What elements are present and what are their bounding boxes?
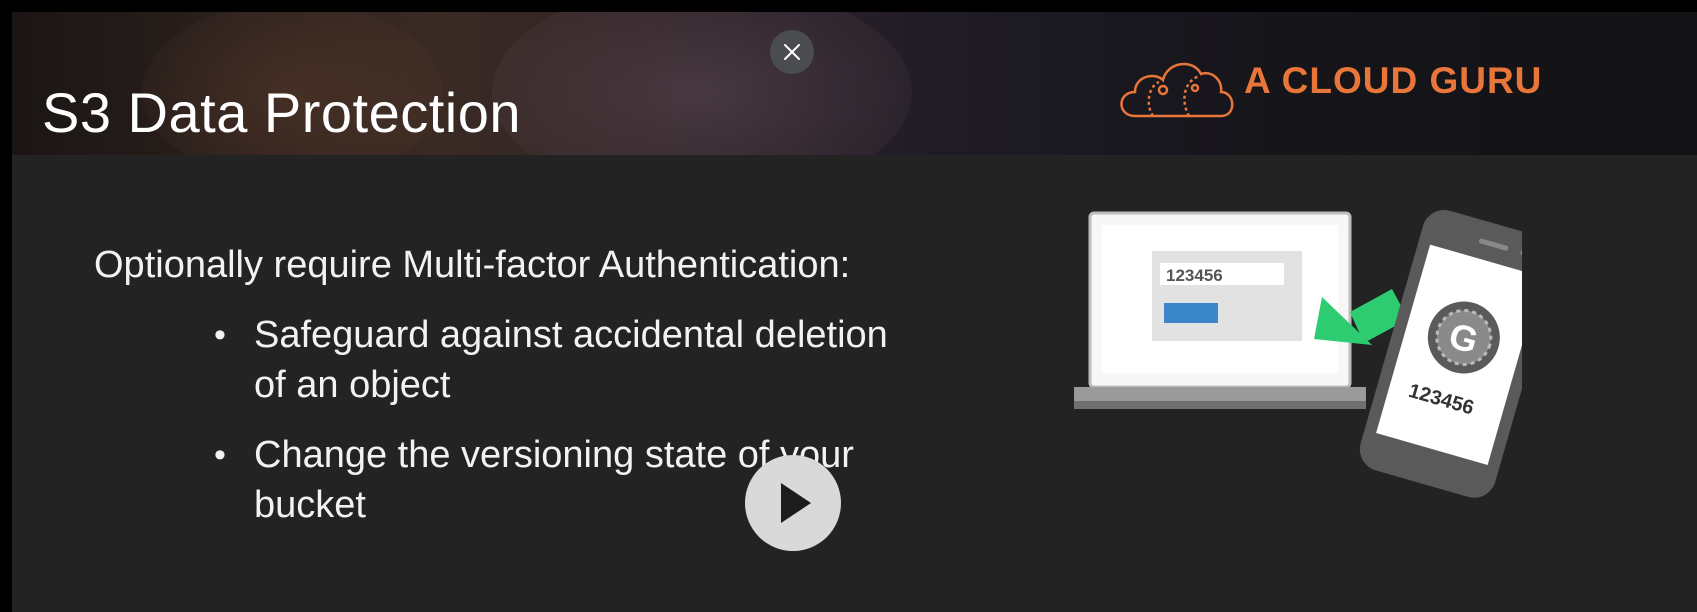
bullet-text: Safeguard against accidental deletion of…: [254, 314, 888, 406]
submit-box: [1164, 303, 1218, 323]
play-button[interactable]: [745, 455, 841, 551]
close-icon: [784, 44, 800, 60]
intro-text: Optionally require Multi-factor Authenti…: [94, 244, 851, 286]
slide-title: S3 Data Protection: [42, 81, 522, 144]
slide-header: S3 Data Protection A CLOUD GURU: [12, 12, 1697, 155]
header-background: [492, 12, 912, 155]
bullet-dot-icon: •: [214, 436, 226, 474]
list-item: • Safeguard against accidental deletion o…: [212, 310, 912, 410]
phone-icon: G 123456: [1359, 209, 1522, 498]
bullet-dot-icon: •: [214, 316, 226, 354]
mfa-illustration: 123456 G 123456: [1074, 209, 1522, 498]
play-icon: [781, 483, 811, 523]
video-frame[interactable]: S3 Data Protection A CLOUD GURU Optional…: [12, 12, 1697, 612]
laptop-code: 123456: [1166, 266, 1223, 285]
logo-wordmark: A CLOUD GURU: [1244, 60, 1543, 101]
close-button[interactable]: [770, 30, 814, 74]
